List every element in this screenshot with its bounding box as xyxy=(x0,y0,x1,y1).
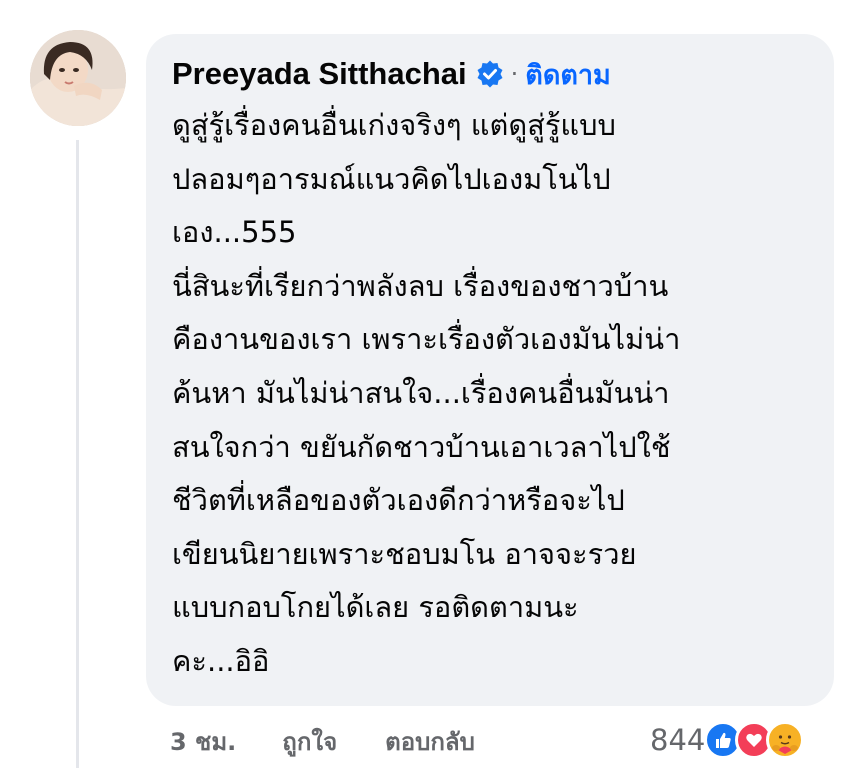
comment-bubble: Preeyada Sitthachai · ติดตาม ดูสู่รู้เรื… xyxy=(146,34,834,706)
comment-line: เขียนนิยายเพราะชอบมโน อาจจะรวย xyxy=(172,536,637,571)
comment-line: ชีวิตที่เหลือของตัวเองดีกว่าหรือจะไป xyxy=(172,483,625,518)
reactions-summary[interactable]: 844 xyxy=(650,718,805,762)
comment-line: นี่สินะที่เรียกว่าพลังลบ เรื่องของชาวบ้า… xyxy=(172,268,669,303)
comment-line: แบบกอบโกยได้เลย รอติดตามนะ xyxy=(172,590,579,625)
reply-button[interactable]: ตอบกลับ xyxy=(385,722,475,761)
comment-line: ดูสู่รู้เรื่องคนอื่นเก่งจริงๆ แต่ดูสู่รู… xyxy=(172,108,616,142)
comment-line: คะ...อิอิ xyxy=(172,643,270,678)
care-icon xyxy=(766,721,805,759)
profile-photo xyxy=(30,30,126,126)
comment-line: ปลอมๆอารมณ์แนวคิดไปเองมโนไป xyxy=(172,161,611,196)
comment-line: คืองานของเรา เพราะเรื่องตัวเองมันไม่น่า xyxy=(172,322,681,357)
avatar[interactable] xyxy=(30,30,126,126)
comment-text: ดูสู่รู้เรื่องคนอื่นเก่งจริงๆ แต่ดูสู่รู… xyxy=(172,99,806,689)
author-name[interactable]: Preeyada Sitthachai xyxy=(172,56,467,92)
comment-timestamp[interactable]: 3 ชม. xyxy=(170,722,236,761)
comment-line: ค้นหา มันไม่น่าสนใจ...เรื่องคนอื่นมันน่า xyxy=(172,375,670,410)
comment-header: Preeyada Sitthachai · ติดตาม xyxy=(172,52,806,96)
comment-actions: 3 ชม. ถูกใจ ตอบกลับ xyxy=(170,722,475,761)
comment-line: สนใจกว่า ขยันกัดชาวบ้านเอาเวลาไปใช้ xyxy=(172,429,671,464)
comment-line: เอง...555 xyxy=(172,215,297,250)
comment-thread: Preeyada Sitthachai · ติดตาม ดูสู่รู้เรื… xyxy=(0,0,862,768)
follow-button[interactable]: ติดตาม xyxy=(525,53,611,96)
verified-badge-icon xyxy=(476,60,504,88)
separator-dot: · xyxy=(510,60,519,88)
like-button[interactable]: ถูกใจ xyxy=(282,722,337,761)
reaction-count: 844 xyxy=(650,723,706,757)
thread-line xyxy=(76,140,79,768)
